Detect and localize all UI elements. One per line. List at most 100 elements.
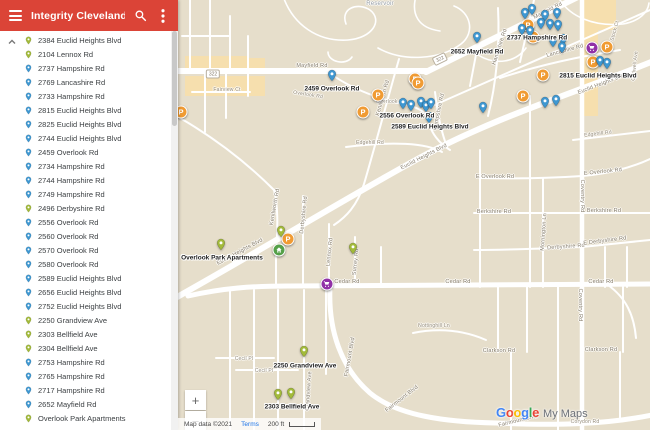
place-label: 2580 Overlook Rd (38, 259, 99, 269)
place-pin-icon (24, 218, 33, 227)
map-pin-icon[interactable] (526, 3, 539, 16)
map-pin-icon[interactable] (524, 25, 537, 38)
parking-icon[interactable]: P (411, 76, 425, 90)
place-label: 2250 Grandview Ave (38, 315, 108, 325)
place-list-item[interactable]: 2769 Lancashire Rd (0, 75, 171, 89)
place-pin-icon (24, 372, 33, 381)
place-list-item[interactable]: 2825 Euclid Heights Blvd (0, 117, 171, 131)
sidebar-scrollbar[interactable] (171, 31, 178, 430)
place-list-item[interactable]: 2744 Hampshire Rd (0, 173, 171, 187)
map-pin-icon[interactable] (552, 19, 565, 32)
parking-icon[interactable]: P (516, 89, 530, 103)
my-maps-app: Integrity Cleveland Heig... 2384 Euclid … (0, 0, 650, 430)
place-list-item[interactable]: 2765 Hampshire Rd (0, 369, 171, 383)
parking-icon[interactable]: P (371, 88, 385, 102)
sidebar-header: Integrity Cleveland Heig... (0, 0, 178, 31)
place-list-item[interactable]: Overlook Park Apartments (0, 411, 171, 425)
place-pin-icon (24, 344, 33, 353)
place-pin-icon (24, 148, 33, 157)
map-pin-icon[interactable] (601, 57, 614, 70)
place-list-item[interactable]: 2496 Derbyshire Rd (0, 201, 171, 215)
place-list-item[interactable]: 2556 Overlook Rd (0, 215, 171, 229)
map-pin-icon[interactable] (285, 387, 298, 400)
map-pin-icon[interactable] (215, 238, 228, 251)
map-pin-icon[interactable] (550, 94, 563, 107)
place-label: 2749 Hampshire Rd (38, 189, 105, 199)
place-pin-icon (24, 50, 33, 59)
place-pin-icon (24, 232, 33, 241)
place-list-item[interactable]: 2303 Bellfield Ave (0, 327, 171, 341)
google-my-maps-logo[interactable]: Google My Maps (496, 404, 588, 422)
map-data-copyright: Map data ©2021 (184, 420, 233, 428)
place-list-item[interactable]: 2744 Euclid Heights Blvd (0, 131, 171, 145)
place-pin-icon (24, 316, 33, 325)
zoom-in-button[interactable]: + (185, 390, 206, 410)
home-icon[interactable] (272, 243, 286, 257)
place-label: 2570 Overlook Rd (38, 245, 99, 255)
map-pin-icon[interactable] (556, 41, 569, 54)
parking-glyph: P (415, 78, 421, 88)
place-list-item[interactable]: 2589 Euclid Heights Blvd (0, 271, 171, 285)
map-pin-icon[interactable] (298, 345, 311, 358)
place-pin-icon (24, 274, 33, 283)
scrollbar-thumb[interactable] (172, 31, 177, 126)
more-options-icon[interactable] (155, 8, 171, 24)
place-label: 2815 Euclid Heights Blvd (38, 105, 122, 115)
place-list-item[interactable]: 2752 Euclid Heights Blvd (0, 299, 171, 313)
map-pin-icon[interactable] (347, 242, 360, 255)
map-pin-icon[interactable] (326, 69, 339, 82)
map-pin-icon[interactable] (425, 97, 438, 110)
map-attribution: Map data ©2021 Terms 200 ft (178, 418, 322, 430)
place-label: 2104 Lennox Rd (38, 49, 94, 59)
terms-link[interactable]: Terms (241, 421, 259, 428)
place-list-item[interactable]: 2734 Hampshire Rd (0, 159, 171, 173)
place-pin-icon (24, 106, 33, 115)
map-pin-icon[interactable] (471, 31, 484, 44)
place-list-item[interactable]: 2304 Bellfield Ave (0, 341, 171, 355)
place-label: 2656 Euclid Heights Blvd (38, 287, 122, 297)
place-pin-icon (24, 330, 33, 339)
place-label: 2744 Euclid Heights Blvd (38, 133, 122, 143)
place-list-item[interactable]: 2459 Overlook Rd (0, 145, 171, 159)
google-logo-letter: G (496, 405, 506, 420)
map-canvas[interactable]: Mayfield RdMayfield RdFairview CtOverloo… (178, 0, 650, 430)
place-label: 2652 Mayfield Rd (38, 399, 97, 409)
search-icon[interactable] (132, 8, 148, 24)
parking-icon[interactable]: P (536, 68, 550, 82)
place-pin-icon (24, 246, 33, 255)
place-list-item[interactable]: 2104 Lennox Rd (0, 47, 171, 61)
place-pin-icon (24, 302, 33, 311)
place-list-item[interactable]: 2580 Overlook Rd (0, 257, 171, 271)
place-label: 2753 Hampshire Rd (38, 357, 105, 367)
parking-icon[interactable]: P (356, 105, 370, 119)
place-pin-icon (24, 288, 33, 297)
place-list-item[interactable]: 2656 Euclid Heights Blvd (0, 285, 171, 299)
menu-icon[interactable] (7, 8, 24, 23)
place-pin-icon (24, 120, 33, 129)
map-pin-icon[interactable] (477, 101, 490, 114)
map-title: Integrity Cleveland Heig... (31, 9, 125, 22)
place-list-item[interactable]: 2250 Grandview Ave (0, 313, 171, 327)
place-pin-icon (24, 134, 33, 143)
place-label: 2459 Overlook Rd (38, 147, 99, 157)
place-list-item[interactable]: 2815 Euclid Heights Blvd (0, 103, 171, 117)
scale-ruler (289, 421, 316, 427)
shopping-cart-icon[interactable] (585, 41, 599, 55)
place-label: 2384 Euclid Heights Blvd (38, 35, 122, 45)
place-list-item[interactable]: 2733 Hampshire Rd (0, 89, 171, 103)
place-list-item[interactable]: 2652 Mayfield Rd (0, 397, 171, 411)
place-list-item[interactable]: 2384 Euclid Heights Blvd (0, 33, 171, 47)
place-list-item[interactable]: 2737 Hampshire Rd (0, 61, 171, 75)
parking-icon[interactable]: P (600, 40, 614, 54)
map-pin-icon[interactable] (275, 225, 288, 238)
map-pin-icon[interactable] (423, 111, 436, 124)
map-pin-icon[interactable] (272, 388, 285, 401)
place-list: 2384 Euclid Heights Blvd 2104 Lennox Rd … (0, 33, 171, 425)
shopping-cart-icon[interactable] (320, 277, 334, 291)
place-list-item[interactable]: 2749 Hampshire Rd (0, 187, 171, 201)
place-pin-icon (24, 400, 33, 409)
place-list-item[interactable]: 2570 Overlook Rd (0, 243, 171, 257)
place-list-item[interactable]: 2717 Hampshire Rd (0, 383, 171, 397)
place-list-item[interactable]: 2560 Overlook Rd (0, 229, 171, 243)
place-list-item[interactable]: 2753 Hampshire Rd (0, 355, 171, 369)
